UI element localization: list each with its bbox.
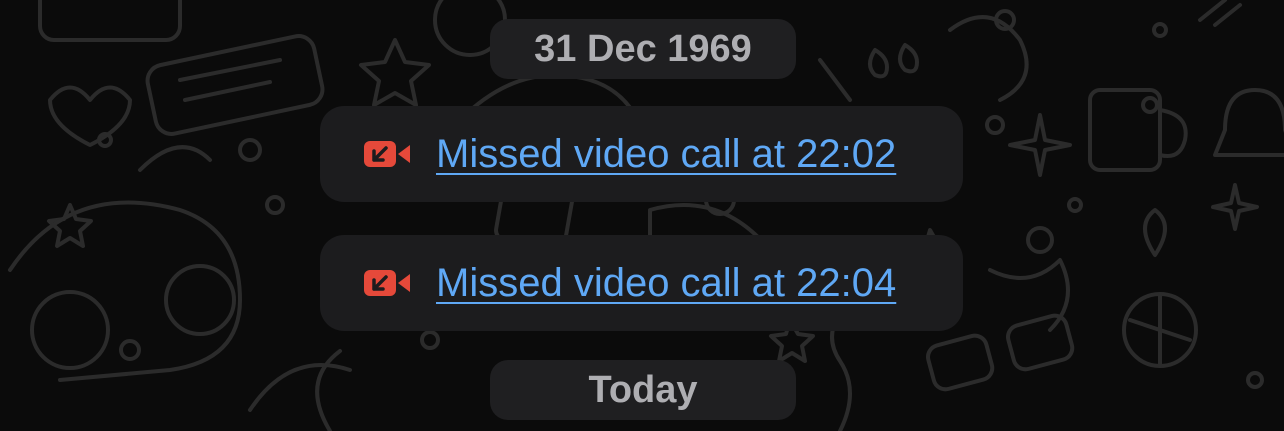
missed-call-link[interactable]: Missed video call at 22:04 [436,261,896,306]
chat-background: 31 Dec 1969 Missed video call at 22:02 M… [0,0,1284,431]
missed-call-link[interactable]: Missed video call at 22:02 [436,132,896,177]
missed-video-call-icon [364,270,410,296]
date-separator-label: 31 Dec 1969 [534,27,752,70]
missed-call-message[interactable]: Missed video call at 22:04 [320,235,963,331]
today-separator: Today [490,360,796,420]
date-separator: 31 Dec 1969 [490,19,796,79]
today-separator-label: Today [588,368,698,411]
missed-call-message[interactable]: Missed video call at 22:02 [320,106,963,202]
missed-video-call-icon [364,141,410,167]
